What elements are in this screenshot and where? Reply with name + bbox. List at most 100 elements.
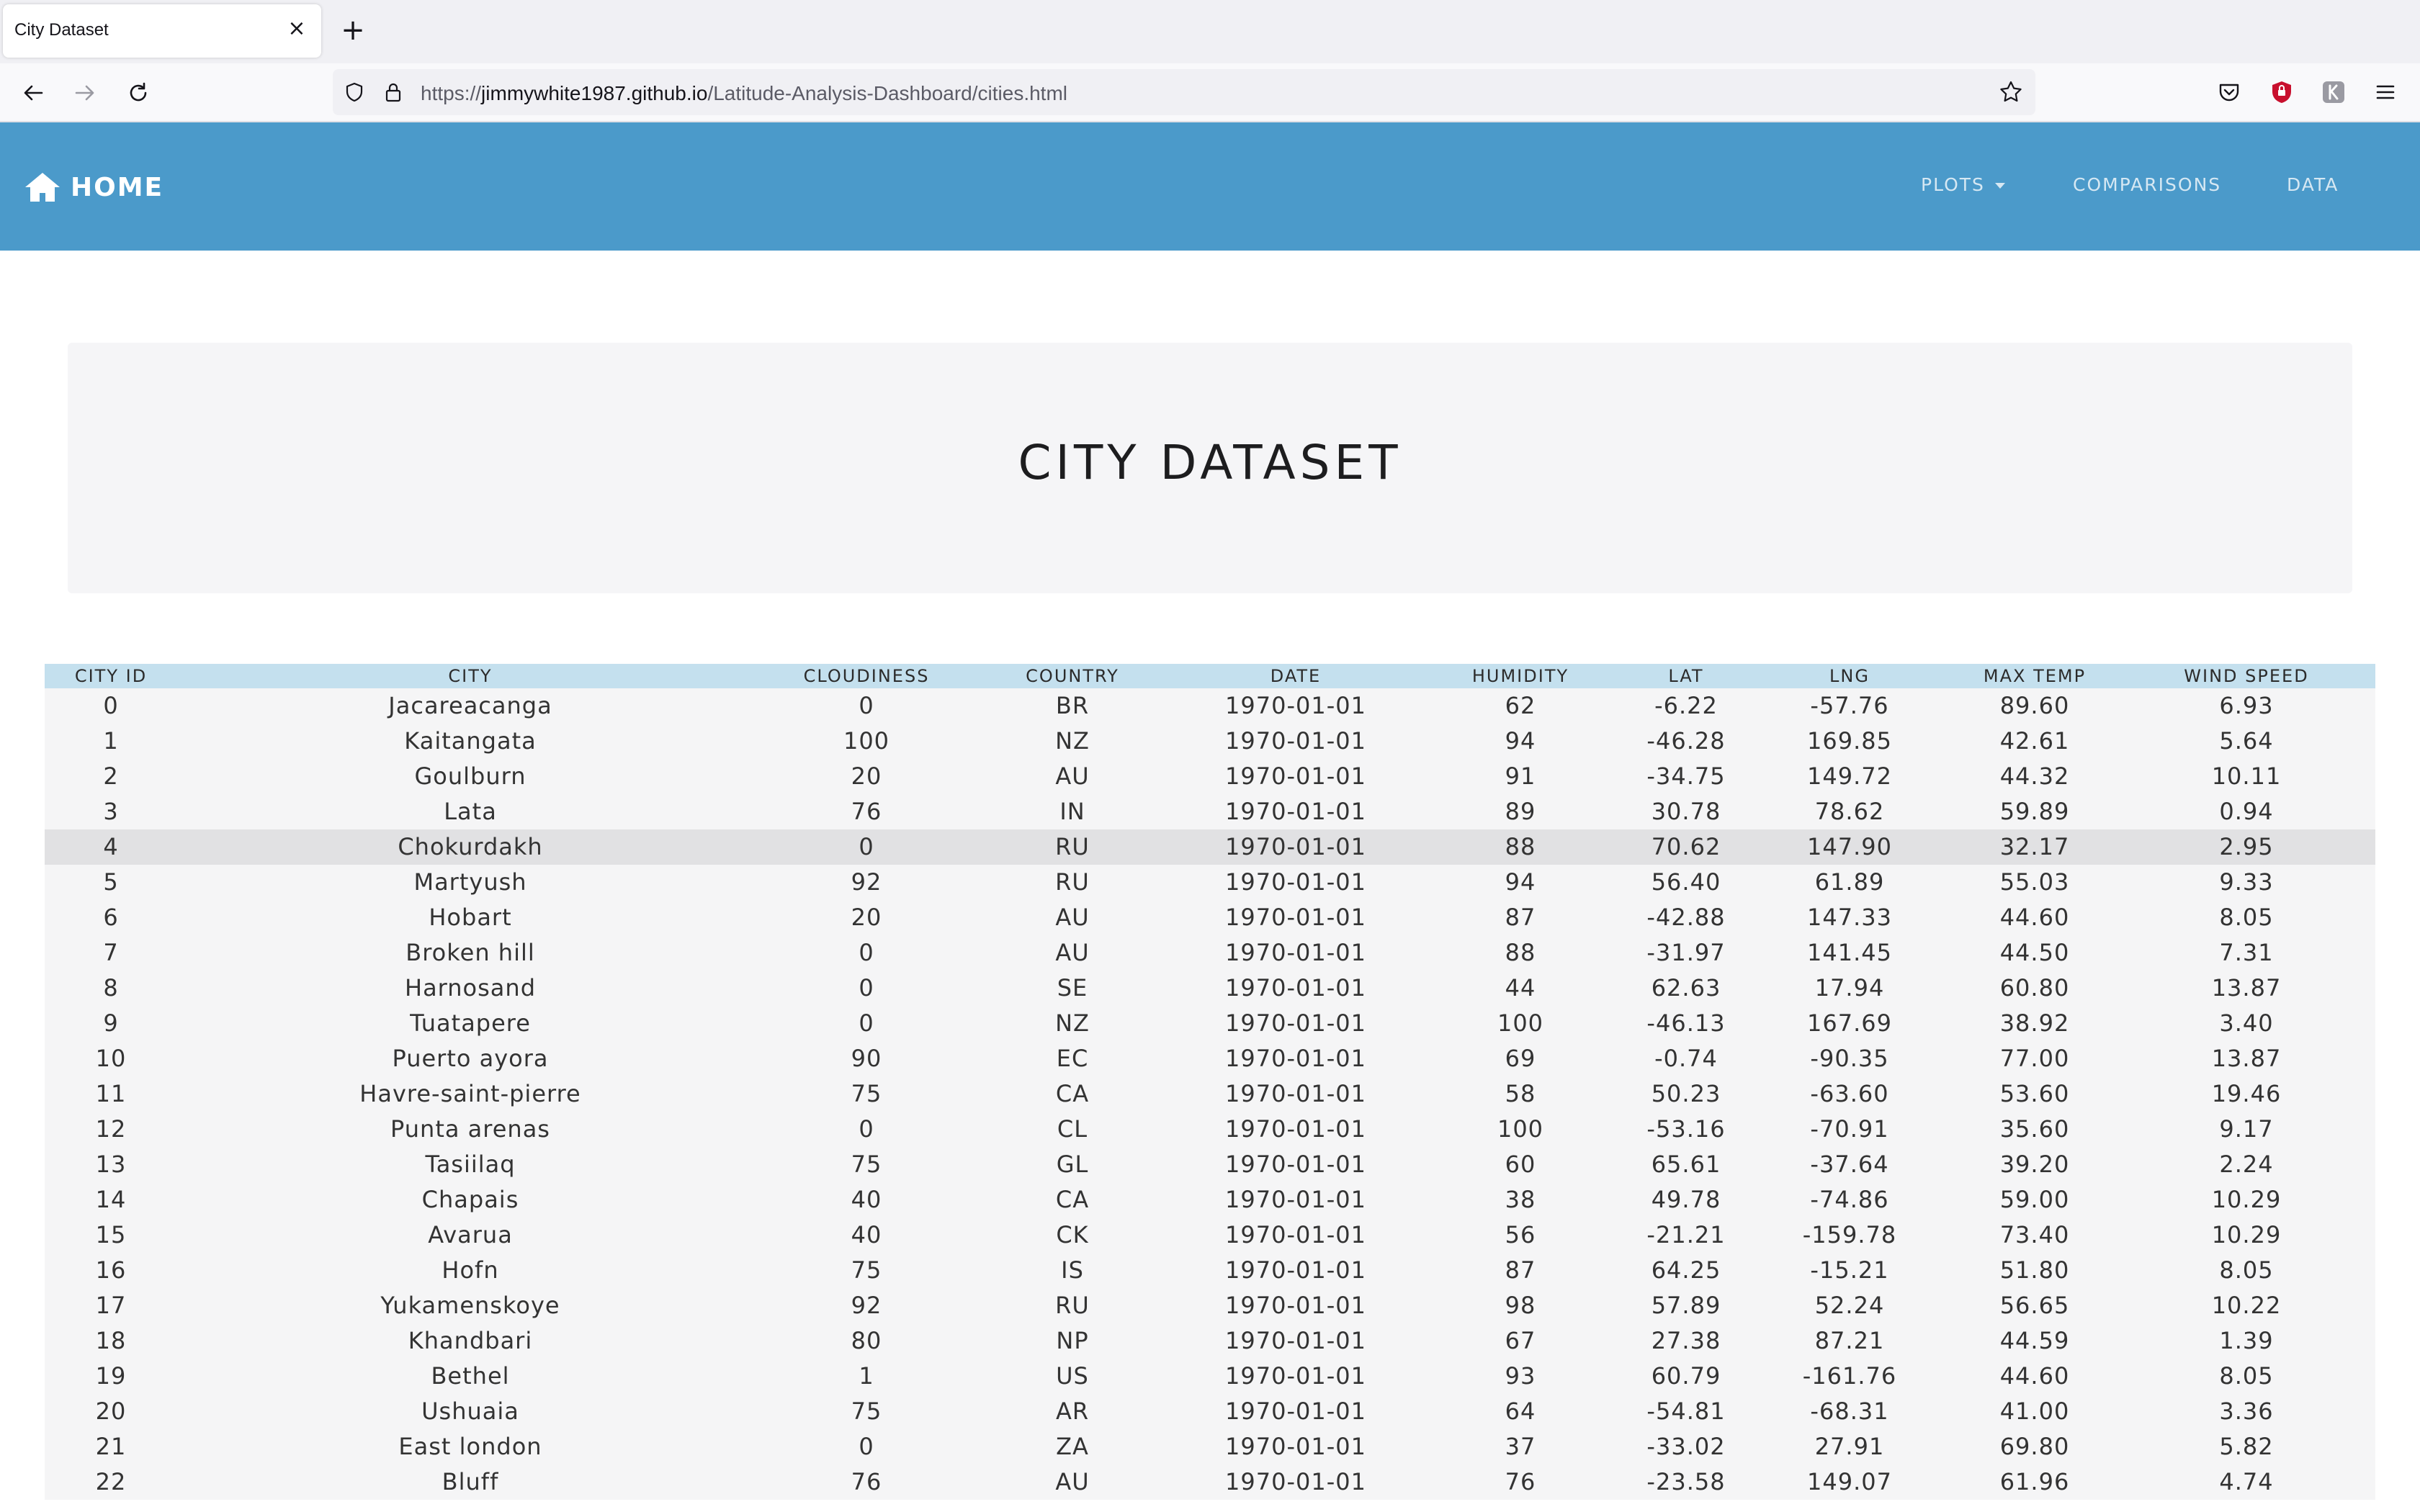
table-cell: 169.85	[1807, 727, 1892, 755]
table-cell: 57.89	[1651, 1292, 1721, 1319]
table-cell: 9.17	[2219, 1115, 2274, 1143]
table-cell: CL	[1057, 1115, 1088, 1143]
table-cell: AU	[1055, 1468, 1090, 1495]
menu-icon[interactable]	[2371, 78, 2400, 107]
table-cell: 167.69	[1807, 1009, 1892, 1037]
table-cell: 70.62	[1651, 833, 1721, 860]
table-cell: 1970-01-01	[1225, 1186, 1366, 1213]
table-cell: -54.81	[1646, 1398, 1726, 1425]
home-link[interactable]: HOME	[23, 167, 163, 207]
table-cell: 76	[1505, 1468, 1536, 1495]
column-header[interactable]: LAT	[1625, 664, 1747, 688]
browser-tab[interactable]: City Dataset ×	[3, 4, 321, 58]
table-cell: 1970-01-01	[1225, 868, 1366, 896]
table-cell: 59.89	[1999, 798, 2070, 825]
table-cell: Hobart	[429, 904, 512, 931]
column-header[interactable]: CLOUDINESS	[763, 664, 969, 688]
ublock-shield-icon[interactable]	[2267, 78, 2296, 107]
table-cell: 90	[851, 1045, 882, 1072]
table-cell: 0	[103, 692, 119, 719]
table-row: 8 Harnosand 0 SE 1970-01-01 44 62.63 17.94 60.80…	[45, 971, 2375, 1006]
table-cell: 1970-01-01	[1225, 1080, 1366, 1107]
table-cell: 59.00	[1999, 1186, 2070, 1213]
table-cell: 27.91	[1814, 1433, 1885, 1460]
home-icon	[25, 173, 60, 202]
lock-icon[interactable]	[382, 81, 405, 104]
table-cell: 149.72	[1807, 762, 1892, 790]
table-cell: -46.28	[1646, 727, 1726, 755]
table-cell: -53.16	[1646, 1115, 1726, 1143]
table-cell: RU	[1055, 833, 1090, 860]
table-cell: AU	[1055, 762, 1090, 790]
table-cell: 88	[1505, 833, 1536, 860]
table-row: 19 Bethel 1 US 1970-01-01 93 60.79 -161.76 44.60…	[45, 1359, 2375, 1394]
table-cell: East london	[398, 1433, 542, 1460]
table-cell: Avarua	[428, 1221, 513, 1248]
address-bar[interactable]: https://jimmywhite1987.github.io/Latitud…	[333, 69, 2035, 115]
column-header[interactable]: HUMIDITY	[1416, 664, 1625, 688]
column-header[interactable]: CITY	[177, 664, 763, 688]
table-cell: -70.91	[1810, 1115, 1889, 1143]
table-cell: 100	[843, 727, 890, 755]
table-cell: 49.78	[1651, 1186, 1721, 1213]
table-cell: 2.95	[2219, 833, 2274, 860]
table-cell: BR	[1055, 692, 1090, 719]
back-icon[interactable]	[17, 77, 49, 109]
table-cell: Puerto ayora	[392, 1045, 549, 1072]
table-cell: 69.80	[1999, 1433, 2070, 1460]
table-cell: 8	[103, 974, 119, 1002]
table-cell: Havre-saint-pierre	[359, 1080, 581, 1107]
table-cell: 78.62	[1814, 798, 1885, 825]
column-header[interactable]: COUNTRY	[969, 664, 1175, 688]
table-row: 9 Tuatapere 0 NZ 1970-01-01 100 -46.13 167.69 38…	[45, 1006, 2375, 1041]
table-cell: 76	[851, 1468, 882, 1495]
table-cell: 2	[103, 762, 119, 790]
table-cell: 1	[859, 1362, 874, 1390]
shield-icon[interactable]	[343, 81, 366, 104]
table-row: 17 Yukamenskoye 92 RU 1970-01-01 98 57.89 52.24…	[45, 1288, 2375, 1323]
column-header[interactable]: WIND SPEED	[2118, 664, 2375, 688]
new-tab-icon[interactable]: +	[339, 16, 367, 45]
table-cell: 65.61	[1651, 1151, 1721, 1178]
extension-k-icon[interactable]	[2319, 78, 2348, 107]
table-cell: 92	[851, 868, 882, 896]
pocket-icon[interactable]	[2215, 78, 2244, 107]
column-header[interactable]: MAX TEMP	[1952, 664, 2118, 688]
table-cell: 44.50	[1999, 939, 2070, 966]
table-row: 5 Martyush 92 RU 1970-01-01 94 56.40 61.89 55.03…	[45, 865, 2375, 900]
table-cell: 4.74	[2219, 1468, 2274, 1495]
table-cell: 40	[851, 1221, 882, 1248]
table-cell: Lata	[444, 798, 497, 825]
nav-data[interactable]: DATA	[2287, 174, 2339, 195]
table-cell: 1970-01-01	[1225, 1115, 1366, 1143]
reload-icon[interactable]	[122, 77, 154, 109]
table-cell: 1970-01-01	[1225, 1256, 1366, 1284]
close-icon[interactable]: ×	[284, 16, 310, 42]
url-text[interactable]: https://jimmywhite1987.github.io/Latitud…	[421, 82, 1067, 105]
table-cell: 2.24	[2219, 1151, 2274, 1178]
column-header[interactable]: CITY ID	[45, 664, 177, 688]
url-path: /Latitude-Analysis-Dashboard/cities.html	[707, 82, 1067, 104]
table-cell: Broken hill	[405, 939, 535, 966]
table-cell: 1970-01-01	[1225, 1151, 1366, 1178]
table-cell: EC	[1056, 1045, 1089, 1072]
column-header[interactable]: LNG	[1747, 664, 1952, 688]
table-cell: 6.93	[2219, 692, 2274, 719]
nav-comparisons[interactable]: COMPARISONS	[2073, 174, 2221, 195]
table-cell: Tuatapere	[410, 1009, 531, 1037]
table-cell: 61.96	[1999, 1468, 2070, 1495]
table-cell: NP	[1056, 1327, 1089, 1354]
nav-plots-dropdown[interactable]: PLOTS	[1921, 174, 2005, 195]
table-cell: 51.80	[1999, 1256, 2070, 1284]
forward-icon[interactable]	[69, 77, 101, 109]
table-cell: 1970-01-01	[1225, 798, 1366, 825]
table-cell: 27.38	[1651, 1327, 1721, 1354]
table-row: 10 Puerto ayora 90 EC 1970-01-01 69 -0.74 -90.3…	[45, 1041, 2375, 1076]
column-header[interactable]: DATE	[1175, 664, 1416, 688]
home-label: HOME	[71, 172, 164, 202]
table-cell: 1.39	[2219, 1327, 2274, 1354]
table-cell: -34.75	[1646, 762, 1726, 790]
bookmark-star-icon[interactable]	[1998, 79, 2024, 105]
table-cell: 94	[1505, 868, 1536, 896]
table-cell: 87	[1505, 1256, 1536, 1284]
